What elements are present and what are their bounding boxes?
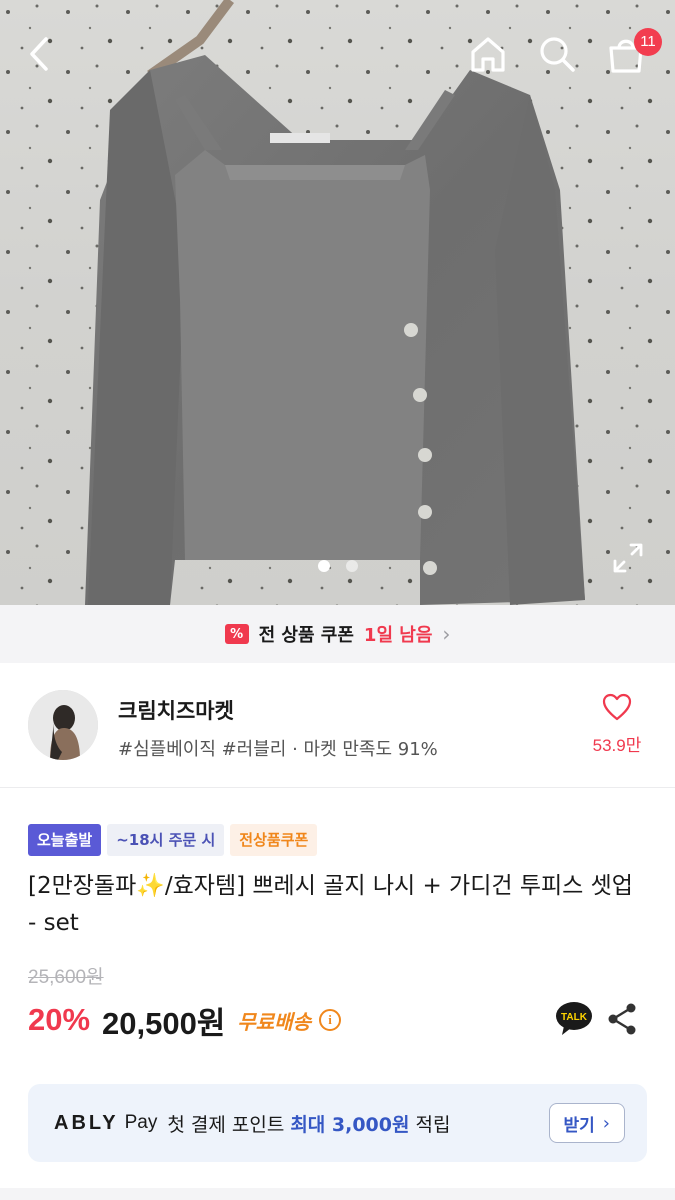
expand-icon (613, 543, 643, 573)
kakao-talk-share-button[interactable]: TALK (554, 1001, 594, 1037)
search-button[interactable] (535, 32, 579, 76)
original-price: 25,600원 (28, 967, 104, 988)
seller-avatar[interactable] (28, 690, 98, 760)
receive-button-label: 받기 (563, 1115, 595, 1136)
gallery-pagination (0, 560, 675, 572)
coupon-banner-text: 전 상품 쿠폰 (258, 625, 354, 646)
like-button[interactable]: 53.9만 (578, 693, 656, 756)
section-divider (0, 1188, 675, 1200)
pay-banner-highlight: 최대 3,000원 (290, 1113, 410, 1136)
share-icon (608, 1003, 636, 1035)
pagination-dot[interactable] (345, 560, 358, 572)
seller-tags: #심플베이직 #러블리 · 마켓 만족도 91% (118, 739, 438, 760)
product-title: [2만장돌파✨/효자템] 쁘레시 골지 나시 + 가디건 투피스 셋업 - se… (28, 873, 633, 936)
top-navigation-bar: 11 (0, 0, 675, 110)
chevron-right-icon: › (602, 1112, 610, 1134)
like-count: 53.9만 (592, 736, 642, 755)
coupon-remaining-time: 1일 남음 (363, 625, 433, 646)
chevron-right-icon: › (442, 622, 451, 646)
pagination-dot[interactable] (317, 560, 330, 572)
share-button[interactable] (602, 999, 642, 1039)
heart-icon (602, 693, 632, 721)
cart-count-badge: 11 (634, 28, 662, 56)
ably-pay-logo-sub: Pay (124, 1112, 158, 1133)
search-icon (540, 37, 575, 72)
info-icon[interactable]: i (319, 1009, 341, 1031)
talk-label: TALK (561, 1012, 588, 1023)
price-row: 20% 20,500원 무료배송 i (28, 998, 341, 1042)
ably-pay-logo: ABLY (54, 1111, 119, 1134)
expand-image-button[interactable] (606, 536, 650, 580)
badge-coupon: 전상품쿠폰 (230, 824, 318, 856)
pay-banner-text: 첫 결제 포인트 (167, 1113, 285, 1136)
pay-banner-suffix: 적립 (415, 1113, 451, 1136)
seller-row[interactable]: 크림치즈마켓 #심플베이직 #러블리 · 마켓 만족도 91% 53.9만 (0, 663, 675, 788)
coupon-banner[interactable]: % 전 상품 쿠폰 1일 남음 › (0, 605, 675, 663)
kakao-talk-icon: TALK (556, 1002, 592, 1035)
home-icon (471, 37, 505, 72)
product-badges: 오늘출발 ~18시 주문 시 전상품쿠폰 (28, 824, 318, 856)
chevron-left-icon (30, 37, 48, 71)
home-button[interactable] (466, 32, 510, 76)
receive-points-button[interactable]: 받기 › (548, 1103, 625, 1143)
badge-today-shipping: 오늘출발 (28, 824, 102, 856)
free-shipping-label: 무료배송 (237, 1009, 311, 1034)
coupon-icon: % (224, 624, 249, 644)
badge-order-deadline: ~18시 주문 시 (107, 824, 225, 856)
discount-rate: 20% (28, 1002, 91, 1037)
ably-pay-banner[interactable]: ABLY Pay 첫 결제 포인트 최대 3,000원 적립 받기 › (28, 1084, 647, 1162)
back-button[interactable] (18, 32, 62, 76)
seller-avatar-image (28, 690, 98, 760)
seller-name[interactable]: 크림치즈마켓 (118, 695, 234, 725)
product-image-gallery[interactable]: 11 (0, 0, 675, 605)
sale-price: 20,500원 (102, 1005, 226, 1041)
